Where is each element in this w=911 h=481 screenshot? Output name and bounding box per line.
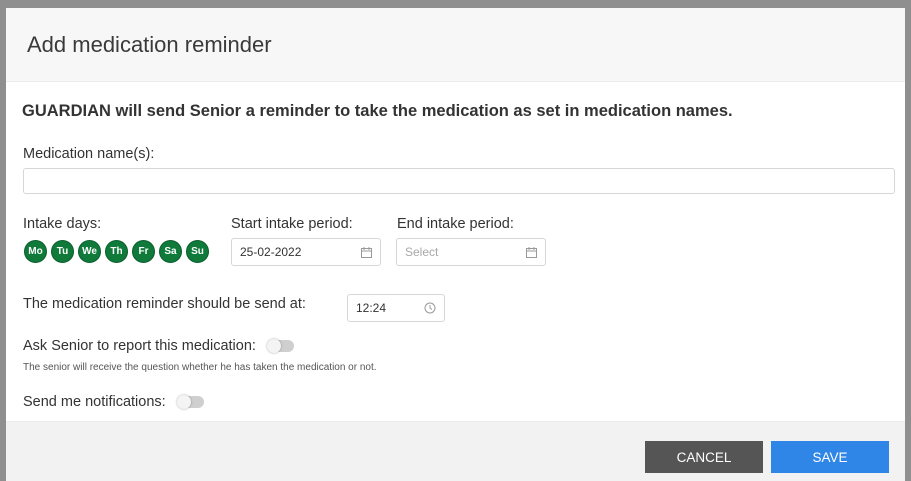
day-toggle-su[interactable]: Su: [186, 240, 209, 263]
dialog-footer: CANCEL SAVE: [6, 421, 905, 481]
notifications-toggle[interactable]: [176, 395, 204, 410]
start-date-picker[interactable]: 25-02-2022: [231, 238, 381, 266]
calendar-icon: [526, 246, 537, 258]
report-medication-hint: The senior will receive the question whe…: [23, 362, 377, 373]
dialog-title: Add medication reminder: [27, 31, 272, 57]
reminder-time-label: The medication reminder should be send a…: [23, 296, 306, 312]
reminder-time-picker[interactable]: 12:24: [347, 294, 445, 322]
day-toggle-sa[interactable]: Sa: [159, 240, 182, 263]
intake-days-label: Intake days:: [23, 216, 102, 232]
clock-icon: [424, 302, 436, 314]
start-date-value: 25-02-2022: [240, 245, 302, 259]
day-toggle-tu[interactable]: Tu: [51, 240, 74, 263]
report-medication-toggle[interactable]: [266, 339, 294, 354]
medication-name-input[interactable]: [23, 168, 895, 194]
report-medication-row: Ask Senior to report this medication:: [23, 338, 294, 354]
day-toggle-fr[interactable]: Fr: [132, 240, 155, 263]
save-button[interactable]: SAVE: [771, 441, 889, 473]
cancel-button[interactable]: CANCEL: [645, 441, 763, 473]
end-period-label: End intake period:: [397, 216, 514, 232]
report-medication-label: Ask Senior to report this medication:: [23, 338, 256, 354]
intro-text: GUARDIAN will send Senior a reminder to …: [22, 102, 733, 120]
reminder-time-value: 12:24: [356, 301, 387, 315]
notifications-label: Send me notifications:: [23, 394, 166, 410]
start-period-label: Start intake period:: [231, 216, 353, 232]
add-medication-dialog: Add medication reminder GUARDIAN will se…: [6, 8, 905, 481]
day-toggle-we[interactable]: We: [78, 240, 101, 263]
intake-days-selector: Mo Tu We Th Fr Sa Su: [24, 240, 209, 263]
day-toggle-mo[interactable]: Mo: [24, 240, 47, 263]
medication-name-label: Medication name(s):: [23, 146, 155, 162]
end-date-picker[interactable]: Select: [396, 238, 546, 266]
notifications-row: Send me notifications:: [23, 394, 204, 410]
end-date-placeholder: Select: [405, 245, 439, 259]
dialog-header: Add medication reminder: [6, 8, 905, 82]
day-toggle-th[interactable]: Th: [105, 240, 128, 263]
calendar-icon: [361, 246, 372, 258]
